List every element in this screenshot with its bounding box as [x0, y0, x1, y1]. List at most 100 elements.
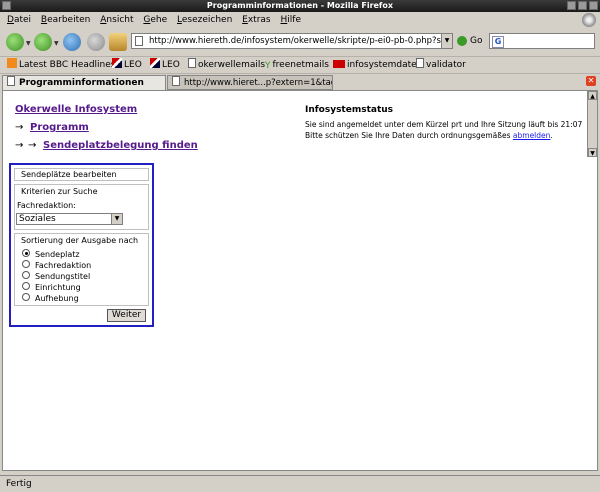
bookmark-label: LEO	[162, 60, 180, 70]
page-content: ▲ ▼ Okerwelle Infosystem → Programm → → …	[2, 90, 598, 471]
minimize-icon[interactable]	[567, 1, 576, 10]
badge-icon	[333, 60, 345, 68]
fachredaktion-label: Fachredaktion:	[17, 201, 76, 210]
radio-label: Aufhebung	[35, 294, 79, 303]
radio-label: Einrichtung	[35, 283, 81, 292]
bookmark-infosystemdaten[interactable]: infosystemdaten	[333, 57, 422, 73]
status-bar: Fertig	[0, 475, 600, 492]
bookmark-freenetmails[interactable]: Yfreenetmails	[265, 57, 329, 73]
reload-icon[interactable]	[63, 33, 81, 51]
page-icon	[172, 76, 180, 86]
bookmark-label: validator	[426, 60, 466, 70]
menu-extras[interactable]: Extras	[242, 12, 270, 28]
bookmark-label: infosystemdaten	[347, 60, 423, 70]
page-icon	[7, 76, 15, 86]
sort-option-fachredaktion[interactable]: Fachredaktion	[22, 260, 91, 270]
close-tab-icon[interactable]: ✕	[586, 76, 596, 86]
url-dropdown-icon[interactable]: ▼	[441, 33, 453, 49]
menu-bar: Datei Bearbeiten Ansicht Gehe Lesezeiche…	[0, 12, 600, 28]
go-label: Go	[470, 36, 483, 46]
menu-lesezeichen[interactable]: Lesezeichen	[177, 12, 232, 28]
form-heading-text: Sendeplätze bearbeiten	[21, 170, 117, 179]
menu-datei[interactable]: Datei	[7, 12, 31, 28]
menu-bearbeiten[interactable]: Bearbeiten	[41, 12, 90, 28]
close-window-icon[interactable]	[589, 1, 598, 10]
back-dropdown-icon[interactable]: ▼	[26, 40, 31, 47]
bookmark-leo-2[interactable]: LEO	[150, 57, 180, 73]
tab-programminformationen[interactable]: Programminformationen	[2, 75, 166, 90]
radio-icon	[22, 260, 30, 268]
tab-label: http://www.hieret...p?extern=1&tagt=0	[184, 78, 332, 88]
arrow-icon: →	[15, 140, 24, 151]
status-logout-text: Bitte schützen Sie Ihre Daten durch ordn…	[305, 131, 553, 140]
menu-hilfe[interactable]: Hilfe	[281, 12, 302, 28]
freenet-icon: Y	[265, 61, 271, 71]
tab-hiereth[interactable]: http://www.hieret...p?extern=1&tagt=0	[167, 75, 333, 90]
logout-link[interactable]: abmelden	[513, 131, 551, 140]
scroll-down-icon[interactable]: ▼	[588, 148, 597, 157]
fachredaktion-select[interactable]: Soziales ▼	[16, 213, 123, 225]
google-icon: G	[492, 36, 504, 48]
bookmark-label: Latest BBC Headlines	[19, 60, 116, 70]
arrow-icon: →	[15, 122, 24, 133]
radio-icon	[22, 271, 30, 279]
infosystem-title-link[interactable]: Okerwelle Infosystem	[15, 104, 137, 115]
programm-link[interactable]: Programm	[30, 122, 89, 133]
bookmarks-toolbar: Latest BBC Headlines LEO LEO okerwellema…	[0, 56, 600, 73]
sort-option-sendeplatz[interactable]: Sendeplatz	[22, 249, 80, 259]
radio-icon	[22, 293, 30, 301]
flag-icon	[150, 58, 160, 68]
go-button[interactable]: Go	[457, 34, 482, 48]
weiter-button[interactable]: Weiter	[107, 309, 146, 322]
radio-label: Fachredaktion	[35, 261, 92, 270]
forward-arrow-icon[interactable]	[34, 33, 52, 51]
radio-label: Sendeplatz	[35, 250, 80, 259]
sendeplatz-link[interactable]: Sendeplatzbelegung finden	[43, 140, 198, 151]
form-heading: Sendeplätze bearbeiten	[14, 168, 149, 181]
sort-option-einrichtung[interactable]: Einrichtung	[22, 282, 81, 292]
sort-option-sendungstitel[interactable]: Sendungstitel	[22, 271, 90, 281]
home-icon[interactable]	[109, 33, 127, 51]
bookmark-label: okerwellemails	[198, 60, 266, 70]
page-icon	[135, 36, 143, 46]
vertical-scrollbar[interactable]: ▲ ▼	[587, 91, 597, 157]
status-title: Infosystemstatus	[305, 105, 394, 115]
chevron-down-icon: ▼	[111, 214, 122, 224]
radio-label: Sendungstitel	[35, 272, 91, 281]
scroll-up-icon[interactable]: ▲	[588, 91, 597, 100]
fachredaktion-value: Soziales	[19, 214, 56, 224]
sort-option-aufhebung[interactable]: Aufhebung	[22, 293, 79, 303]
search-input[interactable]: G	[489, 33, 595, 49]
tab-label: Programminformationen	[19, 78, 144, 88]
window-title: Programminformationen - Mozilla Firefox	[206, 1, 394, 10]
forward-dropdown-icon[interactable]: ▼	[54, 40, 59, 47]
radio-selected-icon	[22, 249, 30, 257]
status-suffix: .	[550, 131, 553, 140]
arrow-icon: →	[28, 140, 37, 151]
window-menu-icon[interactable]	[2, 1, 11, 10]
url-input[interactable]: http://www.hiereth.de/infosystem/okerwel…	[131, 33, 443, 49]
status-text: Fertig	[6, 479, 32, 489]
menu-gehe[interactable]: Gehe	[143, 12, 167, 28]
bookmark-label: LEO	[124, 60, 142, 70]
bookmark-label: freenetmails	[272, 60, 330, 70]
sendeplatz-form: Sendeplätze bearbeiten Kriterien zur Suc…	[9, 163, 154, 327]
bookmark-validator[interactable]: validator	[416, 57, 466, 73]
bookmark-leo-1[interactable]: LEO	[112, 57, 142, 73]
page-icon	[188, 58, 196, 68]
stop-icon[interactable]	[87, 33, 105, 51]
menu-ansicht[interactable]: Ansicht	[100, 12, 133, 28]
back-arrow-icon[interactable]	[6, 33, 24, 51]
go-icon	[457, 35, 467, 46]
criteria-fieldset: Kriterien zur Suche Fachredaktion: Sozia…	[14, 184, 149, 230]
bookmark-bbc[interactable]: Latest BBC Headlines	[7, 57, 115, 73]
rss-icon	[7, 58, 17, 68]
flag-icon	[112, 58, 122, 68]
throbber-icon	[582, 13, 596, 27]
status-session-text: Sie sind angemeldet unter dem Kürzel prt…	[305, 120, 583, 129]
page-icon	[416, 58, 424, 68]
maximize-icon[interactable]	[578, 1, 587, 10]
bookmark-okerwellemails[interactable]: okerwellemails	[188, 57, 265, 73]
tab-bar: Programminformationen http://www.hieret.…	[0, 73, 600, 91]
sort-title: Sortierung der Ausgabe nach	[21, 236, 139, 245]
